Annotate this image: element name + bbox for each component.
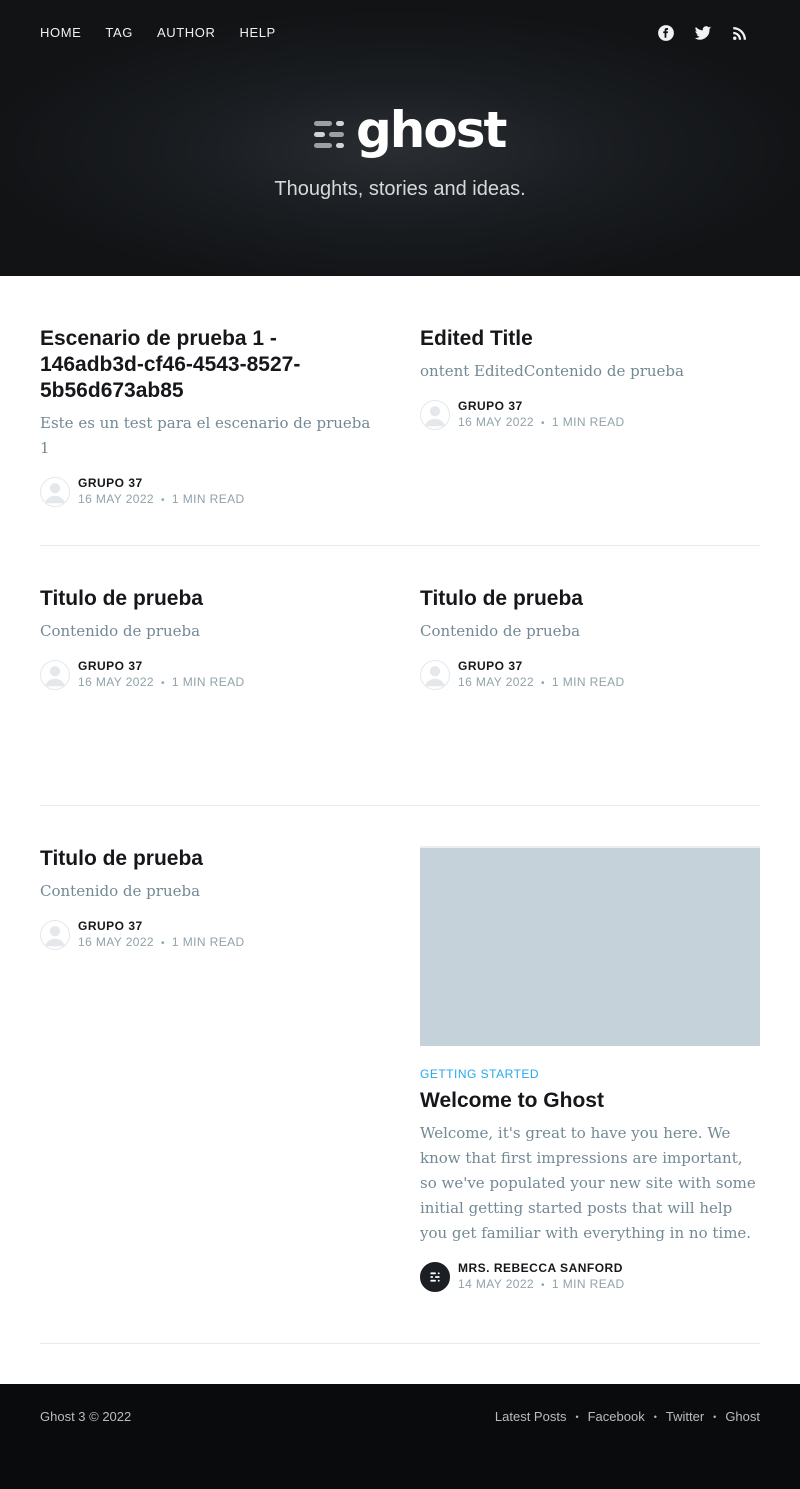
meta-separator: • xyxy=(541,678,545,689)
post-date: 16 MAY 2022 xyxy=(458,415,535,429)
site-nav: HOME TAG AUTHOR HELP xyxy=(40,24,276,42)
post-excerpt: Contenido de prueba xyxy=(40,622,201,640)
footer-link-facebook[interactable]: Facebook xyxy=(588,1409,645,1425)
post-title[interactable]: Welcome to Ghost xyxy=(420,1088,760,1114)
meta-separator: • xyxy=(161,678,165,689)
meta-separator: • xyxy=(161,495,165,506)
user-icon xyxy=(424,666,446,687)
post-tag[interactable]: GETTING STARTED xyxy=(420,1066,760,1082)
footer-separator: • xyxy=(653,1412,657,1422)
post-excerpt: Este es un test para el escenario de pru… xyxy=(40,414,371,457)
copyright: Ghost 3 © 2022 xyxy=(40,1409,132,1424)
post-title[interactable]: Titulo de prueba xyxy=(40,846,380,872)
post-card[interactable]: Titulo de prueba Contenido de prueba GRU… xyxy=(40,846,380,952)
author-name[interactable]: MRS. REBECCA SANFORD xyxy=(458,1260,625,1276)
site-tagline: Thoughts, stories and ideas. xyxy=(274,178,526,200)
post-date-line: 14 MAY 2022 • 1 MIN READ xyxy=(458,1276,625,1294)
post-meta: GRUPO 37 16 MAY 2022 • 1 MIN READ xyxy=(40,918,380,952)
avatar[interactable] xyxy=(420,660,450,690)
logo-text: ghost xyxy=(356,101,507,159)
post-card[interactable]: Titulo de prueba Contenido de prueba GRU… xyxy=(40,586,380,692)
site-logo[interactable]: ghost xyxy=(314,102,507,158)
facebook-icon[interactable] xyxy=(656,23,676,43)
ghost-logo-icon xyxy=(314,121,344,148)
reading-time: 1 MIN READ xyxy=(551,1277,625,1291)
post-meta: GRUPO 37 16 MAY 2022 • 1 MIN READ xyxy=(40,475,380,509)
post-date: 16 MAY 2022 xyxy=(78,675,155,689)
post-date-line: 16 MAY 2022 • 1 MIN READ xyxy=(458,674,625,692)
rss-icon[interactable] xyxy=(730,23,750,43)
nav-help-link[interactable]: HELP xyxy=(239,24,275,42)
post-date: 16 MAY 2022 xyxy=(78,935,155,949)
avatar[interactable] xyxy=(40,920,70,950)
post-excerpt: Contenido de prueba xyxy=(40,882,201,900)
footer-nav: Latest Posts • Facebook • Twitter • Ghos… xyxy=(495,1409,760,1425)
social-links xyxy=(656,23,750,43)
reading-time: 1 MIN READ xyxy=(551,675,625,689)
twitter-icon[interactable] xyxy=(693,23,713,43)
site-header: HOME TAG AUTHOR HELP ghost Thoughts, sto… xyxy=(0,0,800,276)
nav-tag-link[interactable]: TAG xyxy=(105,24,133,42)
author-name[interactable]: GRUPO 37 xyxy=(78,918,245,934)
avatar[interactable] xyxy=(40,660,70,690)
post-title[interactable]: Escenario de prueba 1 - 146adb3d-cf46-45… xyxy=(40,326,380,404)
user-icon xyxy=(44,483,66,504)
footer-separator: • xyxy=(713,1412,717,1422)
post-excerpt: Welcome, it's great to have you here. We… xyxy=(420,1124,756,1242)
post-meta: GRUPO 37 16 MAY 2022 • 1 MIN READ xyxy=(40,658,380,692)
reading-time: 1 MIN READ xyxy=(171,492,245,506)
author-name[interactable]: GRUPO 37 xyxy=(458,398,625,414)
post-feature-image[interactable] xyxy=(420,846,760,1046)
post-meta: MRS. REBECCA SANFORD 14 MAY 2022 • 1 MIN R… xyxy=(420,1260,760,1294)
meta-separator: • xyxy=(541,1280,545,1291)
post-card[interactable]: Titulo de prueba Contenido de prueba GRU… xyxy=(420,586,760,692)
user-icon xyxy=(424,406,446,427)
row-divider xyxy=(40,545,760,546)
reading-time: 1 MIN READ xyxy=(171,935,245,949)
site-footer: Ghost 3 © 2022 Latest Posts • Facebook •… xyxy=(0,1384,800,1489)
footer-link-latest-posts[interactable]: Latest Posts xyxy=(495,1409,567,1425)
avatar[interactable] xyxy=(40,477,70,507)
post-date-line: 16 MAY 2022 • 1 MIN READ xyxy=(78,491,245,509)
post-meta: GRUPO 37 16 MAY 2022 • 1 MIN READ xyxy=(420,398,760,432)
post-title[interactable]: Edited Title xyxy=(420,326,760,352)
post-date: 14 MAY 2022 xyxy=(458,1277,535,1291)
footer-link-ghost[interactable]: Ghost xyxy=(725,1409,760,1425)
post-date: 16 MAY 2022 xyxy=(458,675,535,689)
author-name[interactable]: GRUPO 37 xyxy=(78,658,245,674)
ghost-logo-icon xyxy=(430,1272,440,1282)
post-date: 16 MAY 2022 xyxy=(78,492,155,506)
avatar[interactable] xyxy=(420,400,450,430)
post-title[interactable]: Titulo de prueba xyxy=(40,586,380,612)
meta-separator: • xyxy=(161,938,165,949)
nav-home-link[interactable]: HOME xyxy=(40,24,81,42)
footer-separator: • xyxy=(575,1412,579,1422)
reading-time: 1 MIN READ xyxy=(171,675,245,689)
post-card[interactable]: Escenario de prueba 1 - 146adb3d-cf46-45… xyxy=(40,326,380,509)
reading-time: 1 MIN READ xyxy=(551,415,625,429)
nav-author-link[interactable]: AUTHOR xyxy=(157,24,216,42)
footer-link-twitter[interactable]: Twitter xyxy=(666,1409,704,1425)
post-meta: GRUPO 37 16 MAY 2022 • 1 MIN READ xyxy=(420,658,760,692)
post-date-line: 16 MAY 2022 • 1 MIN READ xyxy=(78,674,245,692)
post-excerpt: ontent EditedContenido de prueba xyxy=(420,362,684,380)
author-name[interactable]: GRUPO 37 xyxy=(78,475,245,491)
post-card[interactable]: Edited Title ontent EditedContenido de p… xyxy=(420,326,760,432)
user-icon xyxy=(44,666,66,687)
user-icon xyxy=(44,926,66,947)
row-divider xyxy=(40,1343,760,1344)
row-divider xyxy=(40,805,760,806)
post-date-line: 16 MAY 2022 • 1 MIN READ xyxy=(78,934,245,952)
meta-separator: • xyxy=(541,418,545,429)
post-date-line: 16 MAY 2022 • 1 MIN READ xyxy=(458,414,625,432)
post-card-featured[interactable]: GETTING STARTED Welcome to Ghost Welcome… xyxy=(420,846,760,1294)
post-excerpt: Contenido de prueba xyxy=(420,622,581,640)
avatar[interactable] xyxy=(420,1262,450,1292)
author-name[interactable]: GRUPO 37 xyxy=(458,658,625,674)
post-title[interactable]: Titulo de prueba xyxy=(420,586,760,612)
